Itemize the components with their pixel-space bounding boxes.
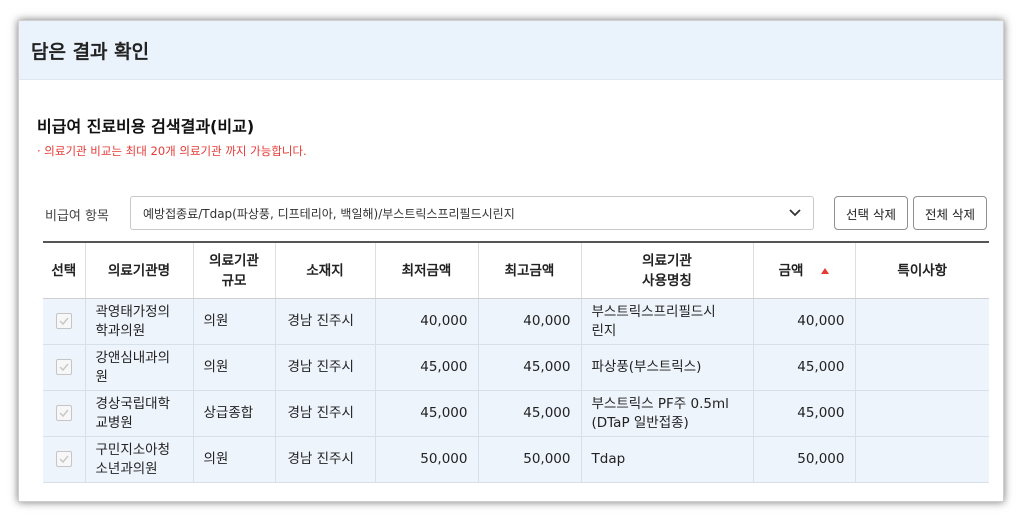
cell-name: 곽영태가정의학과의원 xyxy=(84,298,193,345)
cell-location: 경남 진주시 xyxy=(274,298,375,345)
col-usename: 의료기관사용명칭 xyxy=(580,241,753,299)
cell-max: 45,000 xyxy=(477,344,581,391)
row-checkbox[interactable] xyxy=(55,359,72,375)
col-select: 선택 xyxy=(43,241,85,299)
cell-scale: 의원 xyxy=(192,298,275,345)
cell-name: 강앤심내과의원 xyxy=(84,344,193,391)
row-checkbox[interactable] xyxy=(55,313,72,329)
cell-max: 40,000 xyxy=(477,298,581,345)
cell-amount: 40,000 xyxy=(752,298,855,345)
col-scale-line1: 의료기관 xyxy=(209,252,259,269)
usename-line2: (DTaP 일반접종) xyxy=(591,414,689,431)
result-panel: 담은 결과 확인 비급여 진료비용 검색결과(비교) · 의료기관 비교는 최대… xyxy=(18,20,1004,502)
cell-remark xyxy=(854,344,989,391)
col-max: 최고금액 xyxy=(477,241,581,299)
name-line2: 원 xyxy=(95,368,108,385)
cell-remark xyxy=(854,436,989,483)
table-row: 곽영태가정의학과의원 의원 경남 진주시 40,000 40,000 부스트릭스… xyxy=(43,298,989,345)
filter-label: 비급여 항목 xyxy=(45,209,109,224)
cell-usename: Tdap xyxy=(580,436,753,483)
usename-line1: 부스트릭스프리필드시 xyxy=(591,303,716,320)
cell-scale: 의원 xyxy=(192,436,275,483)
row-checkbox[interactable] xyxy=(55,405,72,421)
table-row: 구민지소아청소년과의원 의원 경남 진주시 50,000 50,000 Tdap… xyxy=(43,436,989,483)
cell-usename: 부스트릭스 PF주 0.5ml (DTaP 일반접종) xyxy=(580,390,753,437)
name-line2: 학과의원 xyxy=(95,322,146,339)
col-amount-label: 금액 xyxy=(778,262,804,279)
cell-location: 경남 진주시 xyxy=(274,344,375,391)
row-checkbox-cell xyxy=(43,390,85,437)
cell-location: 경남 진주시 xyxy=(274,390,375,437)
row-checkbox-cell xyxy=(43,344,85,391)
name-line1: 경상국립대학 xyxy=(95,395,171,412)
col-min: 최저금액 xyxy=(374,241,478,299)
col-amount[interactable]: 금액 xyxy=(752,241,855,299)
cell-usename: 부스트릭스프리필드시린지 xyxy=(580,298,753,345)
delete-all-button[interactable]: 전체 삭제 xyxy=(913,196,987,230)
cell-location: 경남 진주시 xyxy=(274,436,375,483)
cell-name: 경상국립대학교병원 xyxy=(84,390,193,437)
chevron-down-icon xyxy=(789,209,801,217)
panel-title: 담은 결과 확인 xyxy=(31,40,150,63)
cell-remark xyxy=(854,390,989,437)
cell-min: 40,000 xyxy=(374,298,478,345)
col-usename-line1: 의료기관 xyxy=(642,252,692,269)
check-icon xyxy=(59,363,69,372)
check-icon xyxy=(59,455,69,464)
cell-amount: 45,000 xyxy=(752,344,855,391)
section-subtitle: 비급여 진료비용 검색결과(비교) xyxy=(37,117,255,136)
sort-asc-icon[interactable] xyxy=(821,267,830,274)
col-remark: 특이사항 xyxy=(854,241,989,299)
name-line2: 교병원 xyxy=(95,414,133,431)
col-usename-line2: 사용명칭 xyxy=(642,272,692,289)
table-row: 경상국립대학교병원 상급종합 경남 진주시 45,000 45,000 부스트릭… xyxy=(43,390,989,437)
name-line2: 소년과의원 xyxy=(95,460,158,477)
row-checkbox-cell xyxy=(43,436,85,483)
cell-name: 구민지소아청소년과의원 xyxy=(84,436,193,483)
usename-line1: Tdap xyxy=(591,451,626,467)
cell-min: 50,000 xyxy=(374,436,478,483)
cell-min: 45,000 xyxy=(374,390,478,437)
usename-line1: 파상풍(부스트릭스) xyxy=(591,359,702,375)
name-line1: 구민지소아청 xyxy=(95,441,171,458)
notice-text: · 의료기관 비교는 최대 20개 의료기관 까지 가능합니다. xyxy=(37,144,307,158)
cell-remark xyxy=(854,298,989,345)
usename-line1: 부스트릭스 PF주 0.5ml xyxy=(591,395,729,412)
cell-amount: 50,000 xyxy=(752,436,855,483)
check-icon xyxy=(59,409,69,418)
cell-usename: 파상풍(부스트릭스) xyxy=(580,344,753,391)
col-scale: 의료기관규모 xyxy=(192,241,275,299)
panel-header: 담은 결과 확인 xyxy=(19,21,1003,80)
check-icon xyxy=(59,317,69,326)
item-select[interactable]: 예방접종료/Tdap(파상풍, 디프테리아, 백일해)/부스트릭스프리필드시린지 xyxy=(130,196,814,230)
col-location: 소재지 xyxy=(274,241,375,299)
name-line1: 강앤심내과의 xyxy=(95,349,171,366)
cell-max: 45,000 xyxy=(477,390,581,437)
usename-line2: 린지 xyxy=(591,322,617,339)
cell-max: 50,000 xyxy=(477,436,581,483)
comparison-table: 선택 의료기관명 의료기관규모 소재지 최저금액 최고금액 의료기관사용명칭 금… xyxy=(43,241,989,483)
delete-selected-button[interactable]: 선택 삭제 xyxy=(834,196,908,230)
cell-amount: 45,000 xyxy=(752,390,855,437)
cell-scale: 의원 xyxy=(192,344,275,391)
table-row: 강앤심내과의원 의원 경남 진주시 45,000 45,000 파상풍(부스트릭… xyxy=(43,344,989,391)
cell-scale: 상급종합 xyxy=(192,390,275,437)
name-line1: 곽영태가정의 xyxy=(95,303,171,320)
row-checkbox[interactable] xyxy=(55,451,72,467)
table-header-row: 선택 의료기관명 의료기관규모 소재지 최저금액 최고금액 의료기관사용명칭 금… xyxy=(43,241,989,299)
col-name: 의료기관명 xyxy=(84,241,193,299)
col-scale-line2: 규모 xyxy=(221,272,247,289)
cell-min: 45,000 xyxy=(374,344,478,391)
row-checkbox-cell xyxy=(43,298,85,345)
item-select-value: 예방접종료/Tdap(파상풍, 디프테리아, 백일해)/부스트릭스프리필드시린지 xyxy=(143,206,515,221)
